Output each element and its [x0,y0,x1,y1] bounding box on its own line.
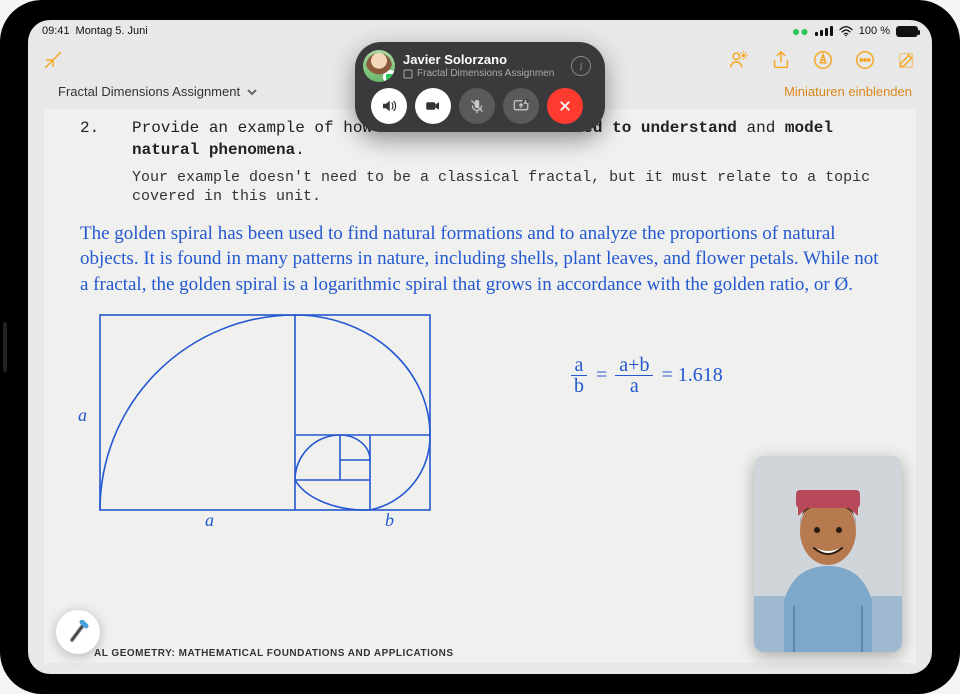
caller-avatar [363,50,395,82]
screenshare-button[interactable] [503,88,539,124]
more-icon[interactable] [854,49,876,71]
collapse-icon[interactable] [42,49,64,71]
format-icon[interactable] [812,49,834,71]
thumbnails-toggle[interactable]: Miniaturen einblenden [784,84,912,99]
battery-icon [896,26,918,37]
page-footer-text: AL GEOMETRY: MATHEMATICAL FOUNDATIONS AN… [94,648,454,659]
video-toggle-button[interactable] [415,88,451,124]
chevron-down-icon [246,86,258,98]
screenshare-subtitle: Fractal Dimensions Assignmen [403,68,563,80]
caller-name: Javier Solorzano [403,52,563,68]
status-time: 09:41 [42,25,70,37]
status-date: Montag 5. Juni [76,25,148,37]
signal-icon [815,26,833,36]
facetime-self-view[interactable] [754,456,902,652]
audio-route-button[interactable] [371,88,407,124]
handwritten-answer: The golden spiral has been used to find … [80,221,880,298]
facetime-active-icon: ●● [792,24,809,38]
share-icon[interactable] [770,49,792,71]
golden-spiral-drawing [80,310,440,520]
golden-ratio-equation: ab = a+ba = 1.618 [570,355,723,396]
question-number: 2. [80,117,104,162]
mute-button[interactable] [459,88,495,124]
status-bar: 09:41 Montag 5. Juni ●● 100 % [28,20,932,42]
wifi-icon [839,26,853,37]
spiral-label-a-side: a [78,405,87,426]
device-side-button [3,322,7,372]
battery-percent: 100 % [859,25,890,37]
document-title: Fractal Dimensions Assignment [58,84,240,99]
call-info-button[interactable]: i [571,56,591,76]
pencil-tool-button[interactable] [56,610,100,654]
compose-icon[interactable] [896,49,918,71]
spiral-label-b-bottom: b [385,510,394,531]
document-title-button[interactable]: Fractal Dimensions Assignment [58,84,258,99]
self-view-illustration [754,456,902,652]
collaborate-icon[interactable] [728,49,750,71]
question-subtext: Your example doesn't need to be a classi… [132,168,880,207]
facetime-call-overlay[interactable]: Javier Solorzano Fractal Dimensions Assi… [355,42,605,132]
spiral-label-a-bottom: a [205,510,214,531]
end-call-button[interactable] [547,88,583,124]
